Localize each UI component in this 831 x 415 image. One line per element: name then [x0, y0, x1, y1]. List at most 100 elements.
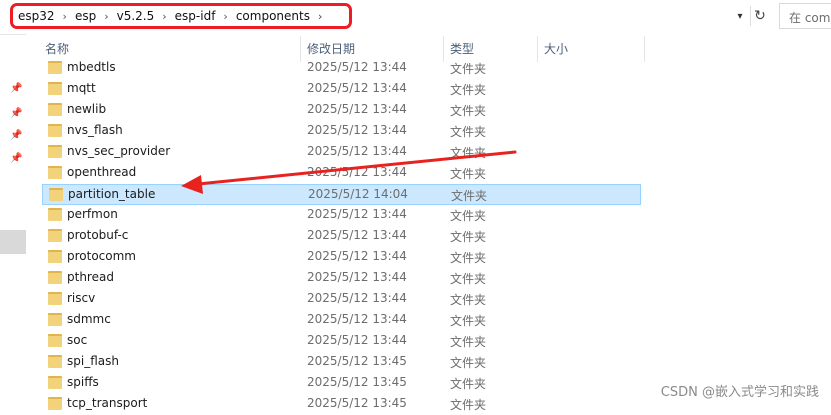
file-type: 文件夹 [450, 314, 487, 328]
column-name[interactable]: 名称 [45, 40, 69, 57]
folder-icon [48, 355, 62, 368]
file-type: 文件夹 [450, 398, 487, 412]
file-row[interactable]: protobuf-c 2025/5/12 13:44 文件夹 [42, 226, 641, 247]
file-row[interactable]: nvs_sec_provider 2025/5/12 13:44 文件夹 [42, 142, 641, 163]
file-name[interactable]: mbedtls [67, 60, 116, 74]
file-row[interactable]: spiffs 2025/5/12 13:45 文件夹 [42, 373, 641, 394]
file-row[interactable]: openthread 2025/5/12 13:44 文件夹 [42, 163, 641, 184]
file-date: 2025/5/12 13:44 [307, 291, 407, 305]
folder-icon [48, 313, 62, 326]
search-input[interactable]: 在 comp [779, 3, 831, 29]
chevron-right-icon[interactable]: › [162, 10, 166, 23]
file-name[interactable]: spiffs [67, 375, 99, 389]
column-divider[interactable] [644, 36, 645, 62]
file-date: 2025/5/12 13:44 [307, 312, 407, 326]
search-placeholder: 在 comp [789, 11, 831, 25]
file-name[interactable]: tcp_transport [67, 396, 147, 410]
file-row[interactable]: nvs_flash 2025/5/12 13:44 文件夹 [42, 121, 641, 142]
file-name[interactable]: nvs_flash [67, 123, 123, 137]
navigation-selected-item[interactable] [0, 230, 26, 254]
file-row[interactable]: mqtt 2025/5/12 13:44 文件夹 [42, 79, 641, 100]
file-name[interactable]: pthread [67, 270, 114, 284]
file-type: 文件夹 [450, 293, 487, 307]
file-row-selected[interactable]: partition_table 2025/5/12 14:04 文件夹 [42, 184, 641, 205]
folder-icon [48, 145, 62, 158]
column-size[interactable]: 大小 [544, 40, 568, 57]
file-name[interactable]: newlib [67, 102, 106, 116]
breadcrumb-esp[interactable]: esp [75, 9, 96, 23]
file-date: 2025/5/12 13:44 [307, 207, 407, 221]
folder-icon [48, 250, 62, 263]
file-name[interactable]: spi_flash [67, 354, 119, 368]
file-name[interactable]: protobuf-c [67, 228, 128, 242]
folder-icon [48, 397, 62, 410]
file-type: 文件夹 [450, 230, 487, 244]
breadcrumb-components[interactable]: components [236, 9, 310, 23]
pin-icon[interactable]: 📌 [10, 153, 22, 164]
file-type: 文件夹 [450, 167, 487, 181]
breadcrumb-v5-2-5[interactable]: v5.2.5 [117, 9, 155, 23]
file-date: 2025/5/12 14:04 [308, 187, 408, 201]
file-date: 2025/5/12 13:44 [307, 81, 407, 95]
file-date: 2025/5/12 13:44 [307, 60, 407, 74]
file-row[interactable]: protocomm 2025/5/12 13:44 文件夹 [42, 247, 641, 268]
file-type: 文件夹 [450, 272, 487, 286]
file-type: 文件夹 [450, 356, 487, 370]
folder-icon [49, 188, 63, 201]
column-type[interactable]: 类型 [450, 40, 474, 57]
file-type: 文件夹 [450, 146, 487, 160]
file-row[interactable]: tcp_transport 2025/5/12 13:45 文件夹 [42, 394, 641, 415]
pin-icon[interactable]: 📌 [10, 130, 22, 141]
file-row[interactable]: pthread 2025/5/12 13:44 文件夹 [42, 268, 641, 289]
file-name[interactable]: partition_table [68, 187, 155, 201]
chevron-right-icon[interactable]: › [63, 10, 67, 23]
file-type: 文件夹 [450, 83, 487, 97]
file-row[interactable]: mbedtls 2025/5/12 13:44 文件夹 [42, 58, 641, 79]
pin-icon[interactable]: 📌 [10, 108, 22, 119]
file-name[interactable]: sdmmc [67, 312, 111, 326]
file-type: 文件夹 [450, 125, 487, 139]
file-type: 文件夹 [450, 104, 487, 118]
breadcrumb-esp32[interactable]: esp32 [18, 9, 55, 23]
file-row[interactable]: perfmon 2025/5/12 13:44 文件夹 [42, 205, 641, 226]
folder-icon [48, 103, 62, 116]
file-name[interactable]: soc [67, 333, 87, 347]
breadcrumb-esp-idf[interactable]: esp-idf [175, 9, 216, 23]
file-date: 2025/5/12 13:45 [307, 396, 407, 410]
file-date: 2025/5/12 13:44 [307, 144, 407, 158]
file-row[interactable]: soc 2025/5/12 13:44 文件夹 [42, 331, 641, 352]
file-row[interactable]: riscv 2025/5/12 13:44 文件夹 [42, 289, 641, 310]
chevron-down-icon[interactable]: ▾ [733, 8, 747, 24]
file-row[interactable]: sdmmc 2025/5/12 13:44 文件夹 [42, 310, 641, 331]
file-name[interactable]: openthread [67, 165, 136, 179]
file-type: 文件夹 [451, 189, 488, 203]
column-date[interactable]: 修改日期 [307, 40, 355, 57]
refresh-icon[interactable]: ↻ [750, 6, 769, 26]
file-type: 文件夹 [450, 251, 487, 265]
folder-icon [48, 229, 62, 242]
chevron-right-icon[interactable]: › [104, 10, 108, 23]
file-date: 2025/5/12 13:44 [307, 270, 407, 284]
file-date: 2025/5/12 13:45 [307, 354, 407, 368]
file-date: 2025/5/12 13:44 [307, 228, 407, 242]
file-name[interactable]: protocomm [67, 249, 136, 263]
folder-icon [48, 376, 62, 389]
file-name[interactable]: mqtt [67, 81, 96, 95]
chevron-right-icon[interactable]: › [223, 10, 227, 23]
file-type: 文件夹 [450, 377, 487, 391]
pin-icon[interactable]: 📌 [10, 83, 22, 94]
file-row[interactable]: newlib 2025/5/12 13:44 文件夹 [42, 100, 641, 121]
folder-icon [48, 334, 62, 347]
file-date: 2025/5/12 13:44 [307, 123, 407, 137]
file-name[interactable]: riscv [67, 291, 95, 305]
breadcrumb[interactable]: esp32 › esp › v5.2.5 › esp-idf › compone… [10, 3, 352, 29]
file-name[interactable]: nvs_sec_provider [67, 144, 170, 158]
chevron-right-icon[interactable]: › [318, 10, 322, 23]
file-type: 文件夹 [450, 335, 487, 349]
folder-icon [48, 61, 62, 74]
column-header: 名称 修改日期 类型 大小 [26, 36, 831, 62]
file-row[interactable]: spi_flash 2025/5/12 13:45 文件夹 [42, 352, 641, 373]
file-name[interactable]: perfmon [67, 207, 118, 221]
folder-icon [48, 166, 62, 179]
address-bar: esp32 › esp › v5.2.5 › esp-idf › compone… [0, 0, 831, 35]
